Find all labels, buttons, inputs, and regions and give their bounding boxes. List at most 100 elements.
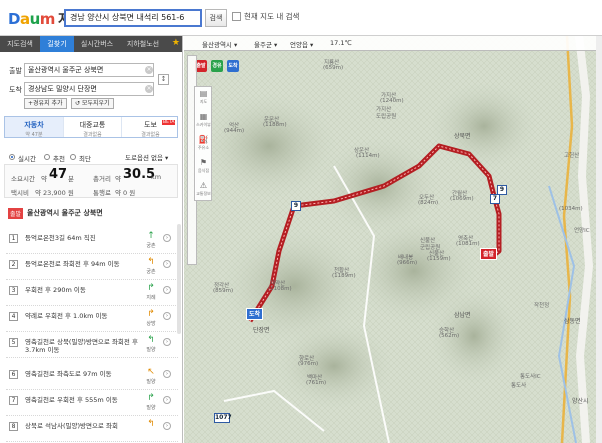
place-label[interactable]: (1081m)	[456, 241, 480, 247]
legend-waypoint-pin[interactable]: 경유	[211, 60, 223, 72]
option-realtime-radio[interactable]	[9, 154, 15, 160]
start-marker[interactable]: 출발	[480, 248, 498, 260]
place-label[interactable]: 삼동면	[564, 316, 581, 325]
place-label[interactable]: 통도사	[511, 381, 526, 389]
place-label[interactable]: (761m)	[306, 380, 326, 386]
region-select-city[interactable]: 울산광역시 ▾	[202, 39, 237, 49]
mode-transit[interactable]: 대중교통 결과없음	[63, 117, 121, 138]
step-detail-icon[interactable]: ›	[163, 338, 171, 346]
place-label[interactable]: (659m)	[323, 65, 343, 71]
place-label[interactable]: (1114m)	[356, 153, 380, 159]
step-detail-icon[interactable]: ›	[163, 234, 171, 242]
route-step[interactable]: 6 영축길천로 좌측도로 97m 이동 ↖ 밀양 ›	[6, 364, 178, 390]
step-detail-icon[interactable]: ›	[163, 286, 171, 294]
panel-scrollbar[interactable]	[177, 224, 181, 334]
road-option-select[interactable]: 도로옵션 없음 ▾	[125, 152, 168, 162]
step-text: 약례로 우회전 후 1.0km 이동	[25, 312, 108, 320]
place-label[interactable]: 단장면	[253, 325, 270, 334]
taxi-label: 택시비	[11, 189, 29, 197]
distance-unit: km	[151, 173, 162, 181]
tool-skyview[interactable]: ▦ 스카이뷰	[196, 112, 211, 136]
step-text: 등억로온천로 좌회전 후 94m 이동	[25, 260, 120, 268]
tool-traffic[interactable]: ⚠ 교통정보	[196, 181, 211, 205]
place-label[interactable]: 상북면	[454, 131, 471, 140]
favorite-star-icon[interactable]: ★	[172, 38, 180, 48]
map-view[interactable]: 울산광역시 ▾ 울주군 ▾ 언양읍 ▾ 17.1℃ 출발 경유 도착 ▤ 지도 ▦…	[184, 36, 602, 443]
legend-end-pin[interactable]: 도착	[227, 60, 239, 72]
mode-walk[interactable]: 도보 결과없음 BETA	[121, 117, 179, 138]
tab-subway[interactable]: 지하철노선	[120, 36, 166, 52]
restaurant-icon: ⚑	[199, 158, 208, 167]
map-scrollbar[interactable]	[596, 36, 602, 443]
end-clear-icon[interactable]: ×	[145, 85, 153, 93]
place-label[interactable]: 도립공원	[376, 112, 396, 120]
add-waypoint-button[interactable]: +경유지 추가	[24, 98, 67, 109]
step-detail-icon[interactable]: ›	[163, 422, 171, 430]
time-prefix: 약	[41, 175, 47, 183]
place-label[interactable]: (562m)	[439, 333, 459, 339]
place-label[interactable]: (1034m)	[559, 206, 583, 212]
in-map-search-checkbox[interactable]	[232, 12, 241, 21]
start-clear-icon[interactable]: ×	[145, 66, 153, 74]
tool-label: 주유소	[197, 145, 210, 150]
place-label[interactable]: (966m)	[397, 260, 417, 266]
step-detail-icon[interactable]: ›	[163, 260, 171, 268]
tab-directions[interactable]: 길찾기	[40, 36, 74, 52]
place-label[interactable]: (824m)	[418, 200, 438, 206]
place-label[interactable]: 작천정	[534, 301, 549, 309]
place-label[interactable]: 통도사IC	[520, 372, 541, 380]
place-label[interactable]: (1188m)	[263, 122, 287, 128]
step-detail-icon[interactable]: ›	[163, 396, 171, 404]
route-step[interactable]: 3 우회전 후 290m 이동 ↱ 지례 ›	[6, 280, 178, 306]
place-label[interactable]: 고헌산	[564, 151, 579, 159]
mode-car[interactable]: 자동차 약 47분	[5, 117, 63, 138]
step-text: 상북로 석남사(밀양)방면으로 좌회	[25, 422, 118, 430]
region-select-district[interactable]: 울주군 ▾	[254, 39, 277, 49]
end-label: 도착	[9, 86, 22, 94]
place-label[interactable]: 언양IC	[574, 226, 590, 234]
step-number: 4	[9, 312, 18, 321]
place-label[interactable]: (1069m)	[450, 196, 474, 202]
place-label[interactable]: (1189m)	[332, 273, 356, 279]
place-label[interactable]: (1108m)	[268, 286, 292, 292]
place-label[interactable]: (976m)	[298, 361, 318, 367]
distance-label: 총거리	[93, 175, 111, 183]
region-select-town[interactable]: 언양읍 ▾	[290, 39, 313, 49]
tool-map[interactable]: ▤ 지도	[196, 89, 211, 113]
turn-arrow-icon: ↱	[147, 283, 155, 293]
route-step[interactable]: 4 약례로 우회전 후 1.0km 이동 ↱ 상방 ›	[6, 306, 178, 332]
end-marker[interactable]: 도착	[246, 308, 264, 320]
beta-badge: BETA	[162, 120, 176, 125]
swap-icon[interactable]: ↕	[158, 74, 169, 85]
route-step[interactable]: 1 등억로온천3길 64m 직진 ↑ 궁촌 ›	[6, 228, 178, 254]
option-shortest-radio[interactable]	[70, 154, 76, 160]
start-name: 울산광역시 울주군 상북면	[27, 209, 103, 217]
place-label[interactable]: (944m)	[224, 128, 244, 134]
route-step[interactable]: 5 영축길천로 상북(밀양)방면으로 좌회전 후 3.7km 이동 ↰ 밀양 ›	[6, 332, 178, 358]
mode-name: 자동차	[24, 121, 44, 129]
end-input[interactable]: 경상남도 밀양시 단장면	[24, 82, 154, 96]
step-number: 2	[9, 260, 18, 269]
place-label[interactable]: 양산시	[572, 396, 589, 405]
tab-map-search[interactable]: 지도검색	[0, 36, 40, 52]
time-unit: 분	[68, 175, 74, 183]
road-shield: 7	[490, 194, 500, 204]
step-detail-icon[interactable]: ›	[163, 312, 171, 320]
option-recommend-radio[interactable]	[44, 154, 50, 160]
route-step[interactable]: 7 영축길천로 우회전 후 555m 이동 ↱ 밀양 ›	[6, 390, 178, 416]
tool-gas-station[interactable]: ⛽ 주유소	[196, 135, 211, 159]
step-detail-icon[interactable]: ›	[163, 370, 171, 378]
route-step[interactable]: 2 등억로온천로 좌회전 후 94m 이동 ↰ 궁촌 ›	[6, 254, 178, 280]
tab-realtime-bus[interactable]: 실시간버스	[74, 36, 120, 52]
tool-restaurant[interactable]: ⚑ 음식점	[196, 158, 211, 182]
place-label[interactable]: (1240m)	[380, 98, 404, 104]
step-direction-label: 지례	[146, 295, 156, 301]
route-step[interactable]: 8 상북로 석남사(밀양)방면으로 좌회 ↰ ›	[6, 416, 178, 442]
search-button[interactable]: 검색	[205, 9, 227, 27]
place-label[interactable]: (859m)	[213, 288, 233, 294]
clear-all-button[interactable]: ↺ 모두지우기	[71, 98, 114, 109]
place-label[interactable]: 삼남면	[454, 310, 471, 319]
search-input[interactable]: 경남 양산시 상북면 내석리 561-6	[64, 9, 202, 27]
place-label[interactable]: (1159m)	[427, 256, 451, 262]
start-input[interactable]: 울산광역시 울주군 상북면	[24, 63, 154, 77]
